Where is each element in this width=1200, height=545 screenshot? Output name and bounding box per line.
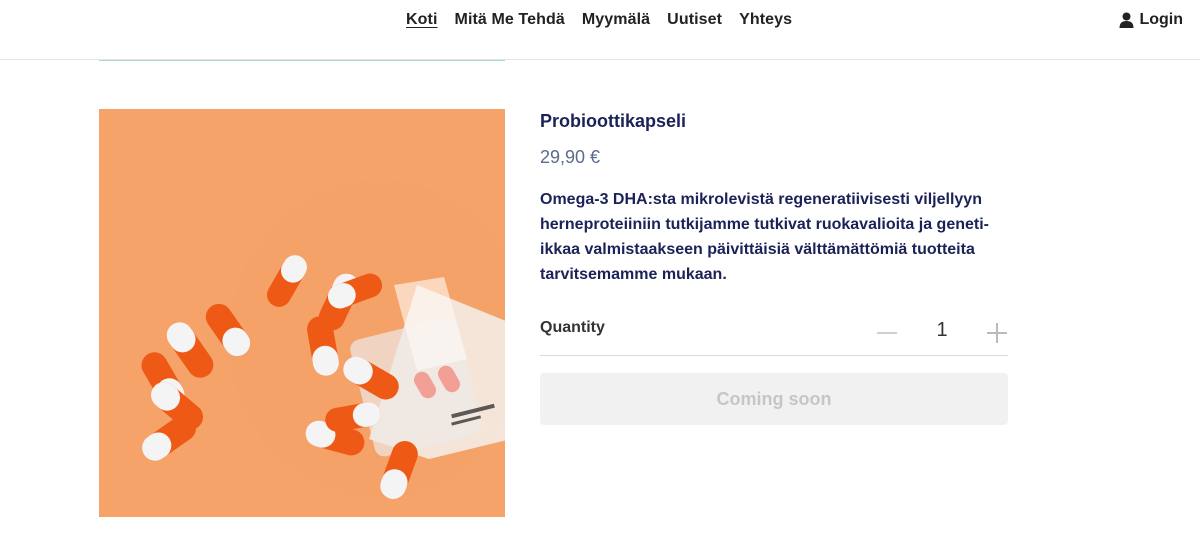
nav-link-koti[interactable]: Koti <box>406 11 438 29</box>
product-image <box>99 109 505 517</box>
top-navigation: Koti Mitä Me Tehdä Myymälä Uutiset Yhtey… <box>0 0 1200 60</box>
quantity-increase-button[interactable] <box>984 316 1010 350</box>
nav-link-yhteys[interactable]: Yhteys <box>739 11 792 29</box>
user-icon <box>1119 12 1134 28</box>
nav-link-uutiset[interactable]: Uutiset <box>667 11 722 29</box>
accent-divider <box>99 60 505 61</box>
nav-link-myymala[interactable]: Myymälä <box>582 11 650 29</box>
nav-link-mita-me-tehda[interactable]: Mitä Me Tehdä <box>455 11 565 29</box>
quantity-stepper: 1 <box>874 316 1008 350</box>
product-description: Omega-3 DHA:sta mikrolevistä regeneratii… <box>540 191 989 283</box>
product-title: Probioottikapseli <box>540 111 687 131</box>
plus-icon <box>987 323 1007 343</box>
login-link[interactable]: Login <box>1119 11 1183 29</box>
quantity-input[interactable]: 1 <box>929 319 955 342</box>
minus-icon <box>877 332 897 334</box>
login-label: Login <box>1139 11 1183 28</box>
quantity-label: Quantity <box>540 319 605 336</box>
main-menu: Koti Mitä Me Tehdä Myymälä Uutiset Yhtey… <box>406 11 792 29</box>
divider <box>540 355 1008 356</box>
coming-soon-button[interactable]: Coming soon <box>540 373 1008 425</box>
quantity-decrease-button[interactable] <box>874 316 900 350</box>
product-price: 29,90 € <box>540 147 601 167</box>
